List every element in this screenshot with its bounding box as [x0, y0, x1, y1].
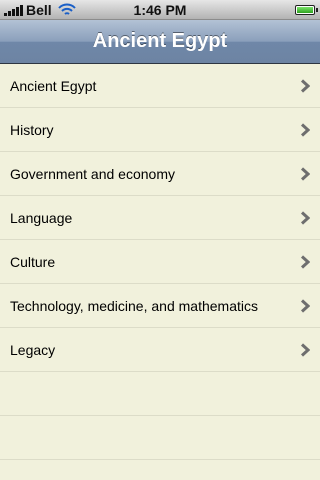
list-item-label: Technology, medicine, and mathematics [10, 298, 258, 314]
list-item[interactable]: Culture [0, 240, 320, 284]
chevron-right-icon [300, 123, 310, 137]
navigation-bar: Ancient Egypt [0, 20, 320, 64]
empty-row [0, 416, 320, 460]
list-item[interactable]: Language [0, 196, 320, 240]
battery-icon [295, 5, 318, 15]
list-item[interactable]: History [0, 108, 320, 152]
chevron-right-icon [300, 79, 310, 93]
list-item-label: Government and economy [10, 166, 175, 182]
list-item-label: Language [10, 210, 73, 226]
list-item[interactable]: Technology, medicine, and mathematics [0, 284, 320, 328]
chevron-right-icon [300, 211, 310, 225]
chevron-right-icon [300, 255, 310, 269]
status-bar: Bell 1:46 PM [0, 0, 320, 20]
app-screen: Bell 1:46 PM Ancient Egypt Ancient Egypt… [0, 0, 320, 480]
list-item-label: Culture [10, 254, 56, 270]
empty-row [0, 460, 320, 480]
empty-row [0, 372, 320, 416]
chevron-right-icon [300, 167, 310, 181]
list-item[interactable]: Legacy [0, 328, 320, 372]
list-item[interactable]: Ancient Egypt [0, 64, 320, 108]
list-item-label: Legacy [10, 342, 56, 358]
chevron-right-icon [300, 299, 310, 313]
status-time: 1:46 PM [133, 2, 187, 18]
page-title: Ancient Egypt [92, 30, 228, 52]
list-item-label: Ancient Egypt [10, 78, 97, 94]
list-item-label: History [10, 122, 54, 138]
topic-list: Ancient Egypt History Government and econo… [0, 64, 320, 480]
list-item[interactable]: Government and economy [0, 152, 320, 196]
chevron-right-icon [300, 343, 310, 357]
